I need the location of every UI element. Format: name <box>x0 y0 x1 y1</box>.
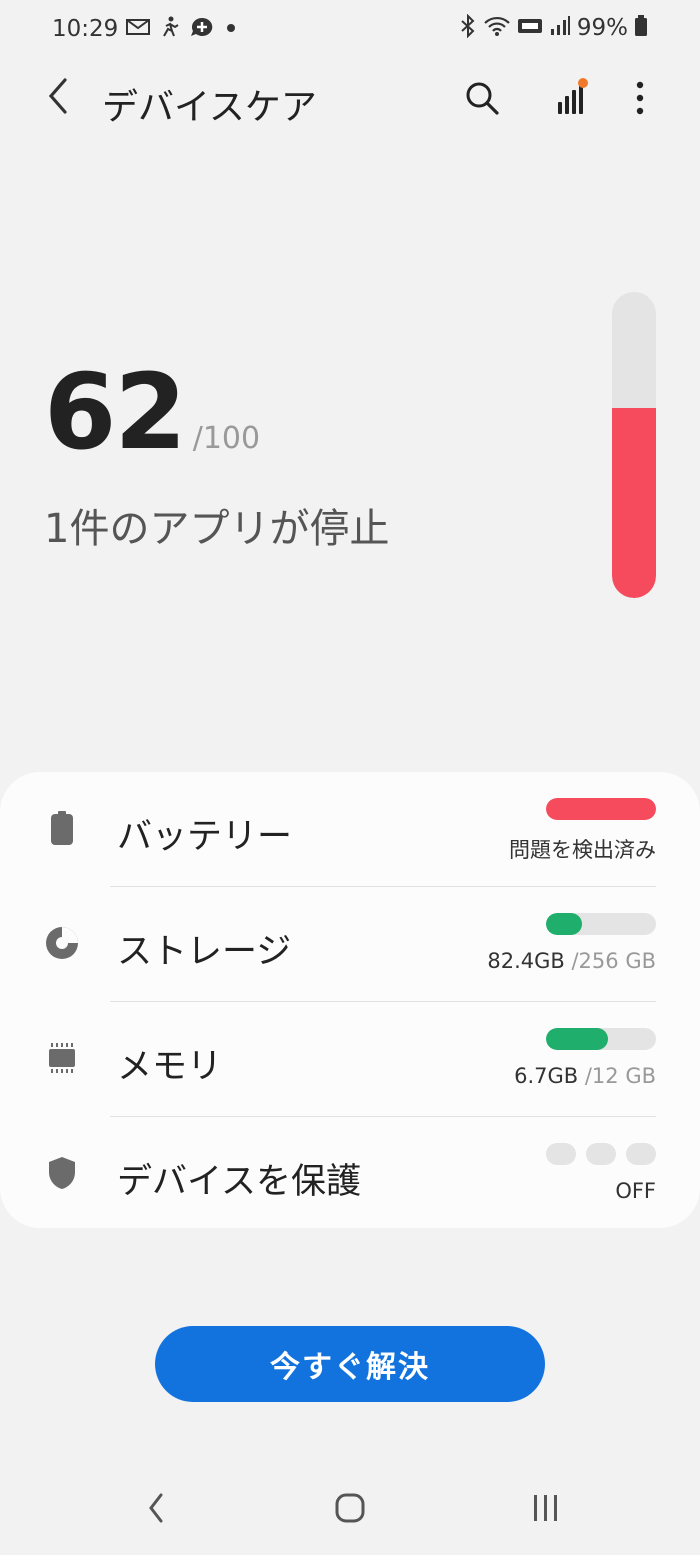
volte-icon <box>517 17 543 39</box>
memory-label: メモリ <box>117 1047 223 1087</box>
battery-label: バッテリー <box>117 817 293 857</box>
status-card: バッテリー 問題を検出済み ストレージ 82.4GB /256 GB メモリ 6… <box>0 772 700 1228</box>
wifi-icon <box>483 15 511 41</box>
memory-row[interactable]: メモリ 6.7GB /12 GB <box>0 1002 700 1116</box>
status-bar: 10:29 99% <box>0 0 700 60</box>
battery-icon <box>634 15 648 41</box>
dot-icon <box>224 20 238 39</box>
storage-row[interactable]: ストレージ 82.4GB /256 GB <box>0 887 700 1001</box>
level-dot <box>586 1143 616 1165</box>
diagnostics-icon <box>552 78 588 122</box>
chevron-left-icon <box>45 76 71 120</box>
storage-usage-bar <box>546 913 656 935</box>
memory-icon <box>44 1040 80 1076</box>
more-icon <box>635 81 645 119</box>
back-button[interactable] <box>36 76 80 120</box>
nav-home-button[interactable] <box>320 1488 380 1532</box>
page-title: デバイスケア <box>102 87 317 128</box>
battery-percent: 99% <box>576 15 628 41</box>
level-dot <box>626 1143 656 1165</box>
protection-level-dots <box>546 1143 656 1165</box>
score-value: 62 <box>44 351 187 473</box>
more-options-button[interactable] <box>616 76 664 124</box>
score-gauge <box>612 292 656 598</box>
chat-plus-icon <box>190 16 216 42</box>
device-protection-row[interactable]: デバイスを保護 OFF <box>0 1117 700 1231</box>
device-protection-label: デバイスを保護 <box>117 1162 361 1202</box>
storage-used: 82.4GB <box>487 949 565 973</box>
storage-usage-bar-fill <box>546 913 583 935</box>
diagnostics-button[interactable] <box>546 76 594 124</box>
fix-now-button[interactable]: 今すぐ解決 <box>155 1326 545 1402</box>
activity-icon <box>158 16 182 42</box>
recents-icon <box>531 1493 561 1527</box>
storage-usage: 82.4GB /256 GB <box>487 949 656 973</box>
memory-used: 6.7GB <box>514 1064 579 1088</box>
home-icon <box>334 1492 366 1528</box>
app-bar: デバイスケア <box>0 62 700 142</box>
search-icon <box>464 80 500 120</box>
memory-usage-bar <box>546 1028 656 1050</box>
nav-recents-button[interactable] <box>516 1488 576 1532</box>
bluetooth-icon <box>459 13 477 42</box>
battery-status-bar <box>546 798 656 820</box>
device-care-score: 62/100 <box>44 360 260 464</box>
device-protection-status: OFF <box>615 1179 656 1203</box>
back-icon <box>146 1492 166 1528</box>
status-time: 10:29 <box>52 16 119 42</box>
nav-back-button[interactable] <box>126 1488 186 1532</box>
level-dot <box>546 1143 576 1165</box>
score-max: /100 <box>192 421 261 456</box>
memory-usage: 6.7GB /12 GB <box>514 1064 656 1088</box>
notification-icons <box>126 16 238 42</box>
score-subtitle: 1件のアプリが停止 <box>44 506 390 552</box>
battery-status-bar-fill <box>546 798 656 820</box>
storage-icon <box>44 925 80 961</box>
score-gauge-fill <box>612 408 656 598</box>
mail-icon <box>126 18 150 40</box>
storage-total: /256 GB <box>571 949 656 973</box>
battery-icon <box>44 810 80 846</box>
navigation-bar <box>0 1470 700 1550</box>
system-icons: 99% <box>459 13 648 42</box>
memory-usage-bar-fill <box>546 1028 608 1050</box>
shield-icon <box>44 1155 80 1191</box>
battery-status: 問題を検出済み <box>509 838 656 862</box>
search-button[interactable] <box>458 76 506 124</box>
signal-icon <box>549 15 571 41</box>
battery-row[interactable]: バッテリー 問題を検出済み <box>0 772 700 886</box>
storage-label: ストレージ <box>117 932 292 972</box>
memory-total: /12 GB <box>584 1064 656 1088</box>
